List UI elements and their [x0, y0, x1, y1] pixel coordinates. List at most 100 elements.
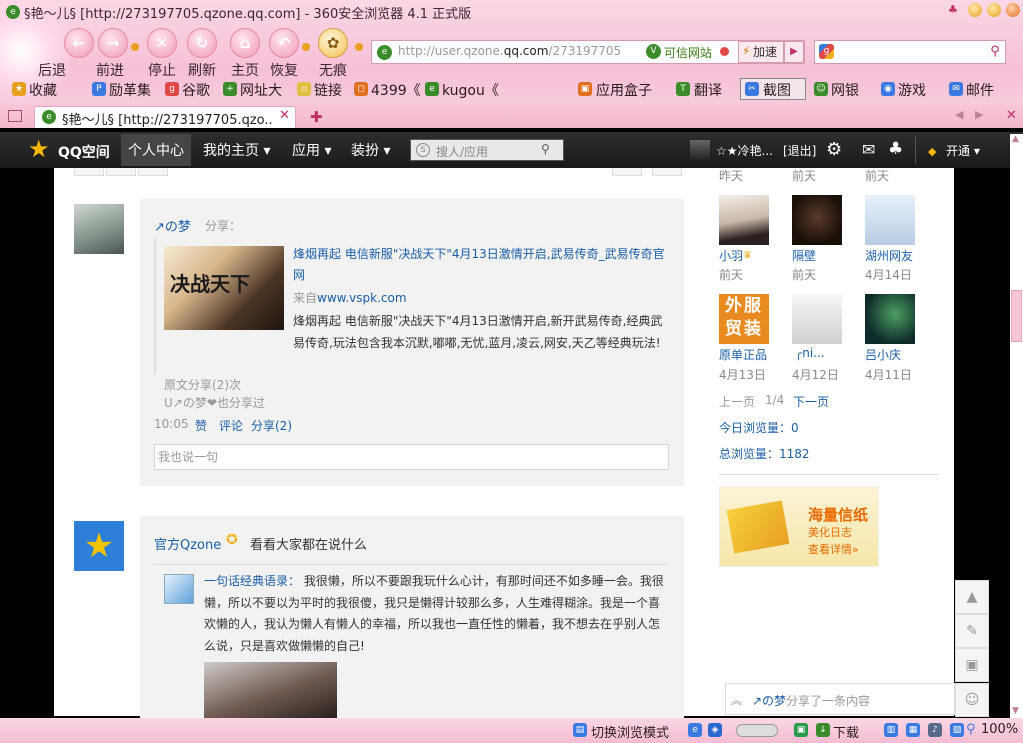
friend-avatar[interactable]	[792, 195, 842, 245]
messages-mail-icon[interactable]: ✉	[862, 140, 875, 159]
search-input[interactable]	[814, 40, 1006, 64]
share-button[interactable]: 分享(2)	[251, 417, 292, 434]
stop-button[interactable]: ✕	[147, 28, 177, 58]
volume-icon[interactable]: ♪	[928, 723, 942, 737]
settings-gear-icon[interactable]: ⚙	[826, 139, 842, 160]
quote-image[interactable]	[204, 662, 337, 718]
author-avatar[interactable]	[74, 204, 124, 254]
like-button[interactable]: 赞	[195, 417, 207, 434]
quote-source-link[interactable]: 一句话经典语录：	[204, 574, 300, 588]
original-share-count[interactable]: 原文分享(2)次	[164, 376, 241, 393]
tool-item[interactable]: 网银	[831, 80, 859, 100]
maximize-button[interactable]	[987, 3, 1001, 17]
toggle-pill-icon[interactable]	[736, 724, 778, 737]
friend-avatar[interactable]	[792, 294, 842, 344]
nav-my-home[interactable]: 我的主页 ▾	[203, 140, 270, 160]
feed-toolbar-btn[interactable]	[106, 168, 136, 176]
qzone-search-icon[interactable]: ⚲	[541, 142, 550, 156]
float-friends-button[interactable]: ☺	[955, 683, 989, 717]
switch-mode-button[interactable]: 切换浏览模式	[591, 722, 669, 741]
fav-item[interactable]: 网址大	[240, 80, 282, 100]
restore-dropdown-icon[interactable]	[302, 43, 310, 51]
banner-link[interactable]: 查看详情»	[808, 541, 859, 557]
tool-item[interactable]: 截图	[763, 80, 791, 100]
fav-item[interactable]: 谷歌	[182, 80, 210, 100]
nav-decorate[interactable]: 装扮 ▾	[351, 140, 390, 160]
scroll-down-icon[interactable]: ▼	[1012, 706, 1019, 716]
tab-scroll-left-icon[interactable]: ◀	[955, 108, 963, 121]
search-engine-icon[interactable]: g	[819, 44, 834, 59]
fav-item[interactable]: 收藏	[29, 80, 57, 100]
friend-name[interactable]: 吕小庆	[865, 346, 901, 363]
status-misc-icon[interactable]: ▧	[950, 723, 964, 737]
zoom-icon[interactable]: ⚲	[966, 722, 976, 737]
shared-thumbnail[interactable]: 决战天下	[164, 246, 284, 330]
forward-button[interactable]: →	[98, 28, 128, 58]
close-window-button[interactable]	[1006, 3, 1020, 17]
also-shared[interactable]: U↗の梦❤也分享过	[164, 394, 265, 411]
feed-toolbar-btn[interactable]	[612, 168, 642, 176]
tool-item[interactable]: 应用盒子	[596, 80, 652, 100]
scrollbar-track[interactable]	[1010, 134, 1023, 718]
url-text[interactable]: http://user.qzone.qq.com/273197705	[398, 44, 621, 58]
tab-close-icon[interactable]: ✕	[279, 108, 290, 123]
scroll-up-icon[interactable]: ▲	[1012, 134, 1019, 144]
scrollbar-thumb[interactable]	[1011, 290, 1022, 342]
source-link[interactable]: www.vspk.com	[317, 291, 407, 305]
incognito-button[interactable]: ✿	[318, 28, 348, 58]
logout-link[interactable]: [退出]	[783, 142, 816, 159]
prev-page-link[interactable]: 上一页	[719, 393, 755, 410]
float-edit-button[interactable]: ✎	[955, 614, 989, 648]
feed-toolbar-btn[interactable]	[652, 168, 682, 176]
friend-avatar[interactable]	[865, 195, 915, 245]
expand-up-icon[interactable]: ︽	[731, 692, 742, 708]
search-icon[interactable]: ⚲	[986, 43, 1004, 61]
feed-toolbar-btn[interactable]	[138, 168, 168, 176]
user-nickname[interactable]: ☆★冷艳...	[716, 142, 773, 159]
new-tab-icon[interactable]: ✚	[310, 108, 323, 126]
status-tool-icon[interactable]: ▣	[794, 723, 808, 737]
tool-item[interactable]: 翻译	[694, 80, 722, 100]
back-button[interactable]: ←	[64, 28, 94, 58]
friend-name[interactable]: 原单正品	[719, 346, 767, 363]
friend-name[interactable]: 隔壁	[792, 247, 816, 264]
ie-icon[interactable]: e	[688, 723, 702, 737]
post-author[interactable]: 官方Qzone	[154, 534, 221, 553]
skin-icon[interactable]: ♣	[948, 3, 962, 17]
restore-button[interactable]: ↶	[269, 28, 299, 58]
qzone-official-avatar[interactable]: ★	[74, 521, 124, 571]
friend-avatar[interactable]	[719, 195, 769, 245]
notify-name[interactable]: ↗の梦	[752, 692, 786, 709]
qzone-brand[interactable]: QQ空间	[58, 142, 110, 162]
security-icon[interactable]: ◈	[708, 723, 722, 737]
friend-avatar[interactable]	[865, 294, 915, 344]
status-misc-icon[interactable]: ▦	[906, 723, 920, 737]
fav-item[interactable]: kugou《	[442, 80, 499, 100]
feed-toolbar-btn[interactable]	[74, 168, 104, 176]
nav-personal-center[interactable]: 个人中心	[128, 140, 184, 160]
friend-avatar[interactable]: 外服贸装	[719, 294, 769, 344]
friend-name[interactable]: 湖州网友	[865, 247, 913, 264]
refresh-button[interactable]: ↻	[187, 28, 217, 58]
vip-open-button[interactable]: 开通 ▾	[946, 142, 980, 159]
float-photo-button[interactable]: ▣	[955, 648, 989, 682]
reply-input[interactable]	[154, 444, 669, 470]
go-button[interactable]: ▶	[784, 41, 804, 63]
friend-name[interactable]: ╭ni...	[795, 346, 825, 360]
shared-headline[interactable]: 烽烟再起 电信新服"决战天下"4月13日激情开启,武易传奇_武易传奇官网	[293, 244, 673, 286]
sidebar-toggle-icon[interactable]	[8, 110, 22, 122]
fav-item[interactable]: 励革集	[109, 80, 151, 100]
incognito-dropdown-icon[interactable]	[355, 43, 363, 51]
friend-name[interactable]: 小羽	[719, 247, 743, 264]
tool-item[interactable]: 邮件	[966, 80, 994, 100]
minimize-button[interactable]	[968, 3, 982, 17]
home-button[interactable]: ⌂	[230, 28, 260, 58]
download-button[interactable]: 下载	[833, 722, 859, 741]
tab-scroll-right-icon[interactable]: ▶	[975, 108, 983, 121]
zoom-level[interactable]: 100%	[981, 722, 1018, 737]
tool-item[interactable]: 游戏	[898, 80, 926, 100]
status-misc-icon[interactable]: ▥	[884, 723, 898, 737]
fav-item[interactable]: 4399《	[371, 80, 421, 100]
post-author[interactable]: ↗の梦	[154, 216, 191, 235]
history-dropdown-icon[interactable]	[131, 43, 139, 51]
